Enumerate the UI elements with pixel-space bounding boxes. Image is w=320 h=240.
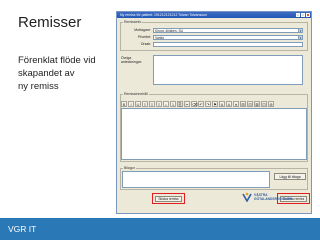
undo-icon[interactable]: ↶ — [198, 100, 204, 107]
slide-title: Remisser — [18, 14, 82, 31]
prioritet-field[interactable]: Vanlig ▾ — [153, 35, 303, 40]
ovriga-label: Övriga anteckningar: — [121, 56, 143, 64]
align-center-icon[interactable]: ≡ — [149, 100, 155, 107]
format-toolbar: B I U ≡ ≡ ≡ • 1 ⎘ ✂ ⌫ ↶ ↷ ⚑ A A ∗ ⊞ ⊟ ⊠ … — [121, 100, 307, 107]
section-remissinfo-label: Remissinfo — [123, 20, 143, 24]
table-icon[interactable]: ⊞ — [240, 100, 246, 107]
vgr-logo-text: VÄSTRA GÖTALANDSREGIONEN — [254, 193, 292, 201]
mottagare-field[interactable]: Kirurg. kliniken, SU ▾ — [153, 28, 303, 33]
vgr-logo: VÄSTRA GÖTALANDSREGIONEN — [242, 192, 307, 204]
cut-icon[interactable]: ✂ — [184, 100, 190, 107]
close-icon[interactable] — [306, 13, 310, 17]
mottagare-value: Kirurg. kliniken, SU — [155, 29, 184, 33]
orsak-field[interactable] — [153, 42, 303, 47]
chevron-down-icon[interactable]: ▾ — [298, 36, 302, 39]
section-bilagor-label: Bilagor — [123, 166, 136, 170]
referral-window: Ny remiss för patient: 191212121212 Tolv… — [116, 11, 312, 214]
merge-icon[interactable]: ⊡ — [261, 100, 267, 107]
attachments-list[interactable] — [122, 171, 270, 188]
numbered-list-icon[interactable]: 1 — [170, 100, 176, 107]
bullet-line-3: ny remiss — [18, 81, 59, 92]
flag-icon[interactable]: ⚑ — [212, 100, 218, 107]
window-controls — [296, 13, 310, 17]
delete-icon[interactable]: ⌫ — [191, 100, 198, 107]
footer-bar: VGR IT — [0, 218, 320, 240]
maximize-icon[interactable] — [301, 13, 305, 17]
italic-icon[interactable]: I — [128, 100, 134, 107]
slide-bullets: Förenklat flöde vid skapandet av ny remi… — [18, 54, 96, 93]
prioritet-label: Prioritet: — [137, 35, 151, 39]
font-size-icon[interactable]: A — [226, 100, 232, 107]
underline-icon[interactable]: U — [135, 100, 141, 107]
add-attachment-button[interactable]: Lägg till bilaga — [274, 173, 306, 180]
align-right-icon[interactable]: ≡ — [156, 100, 162, 107]
logo-line-2: GÖTALANDSREGIONEN — [254, 197, 293, 201]
bullet-line-2: skapandet av — [18, 68, 75, 79]
prioritet-value: Vanlig — [155, 36, 164, 40]
bold-icon[interactable]: B — [121, 100, 127, 107]
section-remissinnehall-label: Remissinnehåll — [123, 92, 149, 96]
copy-icon[interactable]: ⎘ — [177, 100, 183, 107]
remiss-content-editor[interactable] — [121, 108, 307, 160]
mottagare-label: Mottagare: — [134, 28, 151, 32]
chevron-down-icon[interactable]: ▾ — [298, 29, 302, 32]
ovriga-textarea[interactable] — [153, 55, 303, 85]
special-char-icon[interactable]: ∗ — [233, 100, 239, 107]
row-icon[interactable]: ⊟ — [247, 100, 253, 107]
bullet-list-icon[interactable]: • — [163, 100, 169, 107]
insert-icon[interactable]: ⊕ — [268, 100, 274, 107]
bullet-line-1: Förenklat flöde vid — [18, 55, 96, 66]
minimize-icon[interactable] — [296, 13, 300, 17]
window-titlebar: Ny remiss för patient: 191212121212 Tolv… — [117, 12, 311, 18]
footer-text: VGR IT — [8, 224, 37, 234]
align-left-icon[interactable]: ≡ — [142, 100, 148, 107]
vgr-logo-icon — [242, 192, 252, 202]
column-icon[interactable]: ⊠ — [254, 100, 260, 107]
redo-icon[interactable]: ↷ — [205, 100, 211, 107]
window-title: Ny remiss för patient: 191212121212 Tolv… — [120, 13, 207, 17]
send-referral-button[interactable]: Skicka remiss — [155, 196, 182, 202]
font-color-icon[interactable]: A — [219, 100, 225, 107]
orsak-label: Orsak: — [140, 42, 151, 46]
